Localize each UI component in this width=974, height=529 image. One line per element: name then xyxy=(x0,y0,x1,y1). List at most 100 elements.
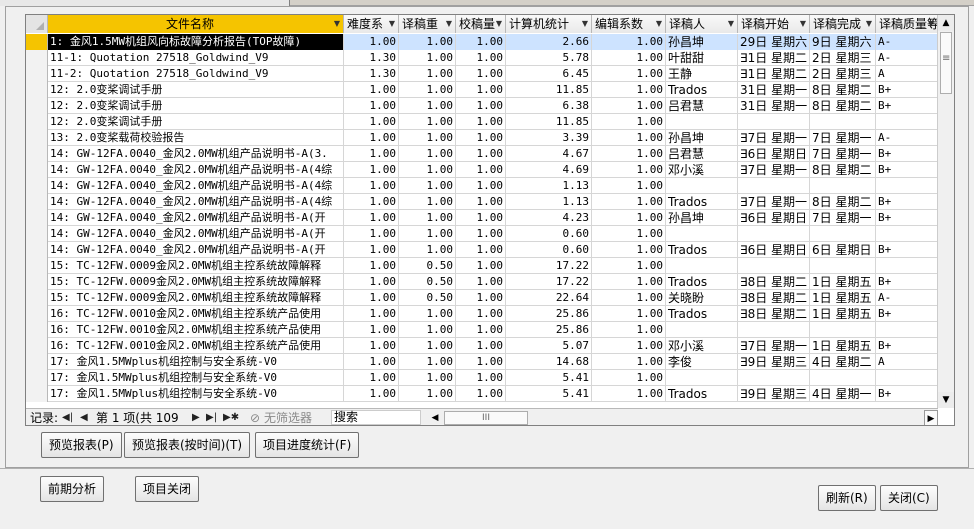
cell-quality[interactable]: B+ xyxy=(876,338,938,354)
cell-review[interactable]: 1.00 xyxy=(456,322,506,338)
project-close-button[interactable]: 项目关闭 xyxy=(135,476,200,502)
cell-edit-coef[interactable]: 1.00 xyxy=(592,162,666,178)
cell-start[interactable] xyxy=(738,370,810,386)
cell-repeat[interactable]: 1.00 xyxy=(399,306,456,322)
column-header-difficulty[interactable]: 难度系 ▼ xyxy=(344,15,399,33)
row-selector[interactable] xyxy=(26,242,48,258)
table-row[interactable]: 14: GW-12FA.0040_金风2.0MW机组产品说明书-A(开 1.00 1… xyxy=(26,210,938,226)
last-record-icon[interactable]: ▶| xyxy=(206,410,217,425)
cell-finish[interactable]: 2日 星期三 xyxy=(810,50,876,66)
cell-translator[interactable] xyxy=(666,226,738,242)
cell-finish[interactable] xyxy=(810,370,876,386)
cell-translator[interactable]: 孙昌坤 xyxy=(666,130,738,146)
cell-name[interactable]: 16: TC-12FW.0010金风2.0MW机组主控系统产品使用 xyxy=(48,322,344,338)
row-selector[interactable] xyxy=(26,162,48,178)
table-row[interactable]: 16: TC-12FW.0010金风2.0MW机组主控系统产品使用 1.00 1.0… xyxy=(26,338,938,354)
cell-repeat[interactable]: 1.00 xyxy=(399,98,456,114)
record-position[interactable]: 第 1 项(共 109 xyxy=(96,410,179,425)
cell-finish[interactable]: 2日 星期三 xyxy=(810,66,876,82)
no-filter-indicator[interactable]: 无筛选器 xyxy=(264,410,312,425)
table-row[interactable]: 14: GW-12FA.0040_金风2.0MW机组产品说明书-A(开 1.00 1… xyxy=(26,226,938,242)
cell-edit-coef[interactable]: 1.00 xyxy=(592,306,666,322)
cell-start[interactable]: ∃9日 星期三 xyxy=(738,354,810,370)
cell-finish[interactable] xyxy=(810,226,876,242)
cell-translator[interactable]: 吕君慧 xyxy=(666,146,738,162)
cell-difficulty[interactable]: 1.00 xyxy=(344,386,399,402)
cell-name[interactable]: 14: GW-12FA.0040_金风2.0MW机组产品说明书-A(4综 xyxy=(48,178,344,194)
cell-review[interactable]: 1.00 xyxy=(456,274,506,290)
cell-difficulty[interactable]: 1.00 xyxy=(344,258,399,274)
table-row[interactable]: 14: GW-12FA.0040_金风2.0MW机组产品说明书-A(4综 1.00… xyxy=(26,162,938,178)
cell-name[interactable]: 13: 2.0变桨载荷校验报告 xyxy=(48,130,344,146)
cell-difficulty[interactable]: 1.00 xyxy=(344,322,399,338)
cell-computer-stats[interactable]: 4.69 xyxy=(506,162,592,178)
cell-review[interactable]: 1.00 xyxy=(456,114,506,130)
cell-finish[interactable]: 8日 星期二 xyxy=(810,194,876,210)
cell-finish[interactable]: 1日 星期五 xyxy=(810,338,876,354)
cell-difficulty[interactable]: 1.00 xyxy=(344,114,399,130)
cell-translator[interactable]: Trados xyxy=(666,306,738,322)
table-row[interactable]: 1: 金风1.5MW机组风向标故障分析报告(TOP故障) 1.00 1.00 1.00… xyxy=(26,34,938,50)
sort-filter-arrow-icon[interactable]: ▼ xyxy=(334,15,340,33)
row-selector[interactable] xyxy=(26,66,48,82)
cell-translator[interactable]: Trados xyxy=(666,274,738,290)
cell-translator[interactable]: Trados xyxy=(666,242,738,258)
cell-repeat[interactable]: 1.00 xyxy=(399,354,456,370)
preview-report-by-time-button[interactable]: 预览报表(按时间)(T) xyxy=(124,432,251,458)
cell-translator[interactable]: 孙昌坤 xyxy=(666,210,738,226)
cell-repeat[interactable]: 1.00 xyxy=(399,130,456,146)
cell-quality[interactable]: B+ xyxy=(876,98,938,114)
cell-computer-stats[interactable]: 22.64 xyxy=(506,290,592,306)
cell-computer-stats[interactable]: 25.86 xyxy=(506,306,592,322)
row-selector[interactable] xyxy=(26,322,48,338)
cell-quality[interactable]: B+ xyxy=(876,194,938,210)
cell-quality[interactable]: B+ xyxy=(876,162,938,178)
cell-name[interactable]: 15: TC-12FW.0009金风2.0MW机组主控系统故障解释 xyxy=(48,290,344,306)
cell-finish[interactable]: 4日 星期二 xyxy=(810,354,876,370)
cell-translator[interactable] xyxy=(666,370,738,386)
cell-computer-stats[interactable]: 5.41 xyxy=(506,370,592,386)
first-record-icon[interactable]: ◀| xyxy=(62,410,73,425)
cell-name[interactable]: 16: TC-12FW.0010金风2.0MW机组主控系统产品使用 xyxy=(48,306,344,322)
cell-edit-coef[interactable]: 1.00 xyxy=(592,66,666,82)
cell-name[interactable]: 14: GW-12FA.0040_金风2.0MW机组产品说明书-A(4综 xyxy=(48,162,344,178)
table-row[interactable]: 14: GW-12FA.0040_金风2.0MW机组产品说明书-A(4综 1.00… xyxy=(26,194,938,210)
cell-edit-coef[interactable]: 1.00 xyxy=(592,82,666,98)
search-input[interactable]: 搜索 xyxy=(331,410,421,425)
table-row[interactable]: 13: 2.0变桨载荷校验报告 1.00 1.00 1.00 3.39 1.00 孙昌坤 ∃7… xyxy=(26,130,938,146)
scroll-down-arrow-icon[interactable]: ▼ xyxy=(938,392,954,408)
cell-difficulty[interactable]: 1.00 xyxy=(344,178,399,194)
cell-edit-coef[interactable]: 1.00 xyxy=(592,226,666,242)
cell-computer-stats[interactable]: 6.45 xyxy=(506,66,592,82)
sort-filter-arrow-icon[interactable]: ▼ xyxy=(496,15,502,33)
cell-quality[interactable]: B+ xyxy=(876,210,938,226)
cell-start[interactable] xyxy=(738,258,810,274)
cell-start[interactable]: ∃7日 星期一 xyxy=(738,130,810,146)
row-selector[interactable] xyxy=(26,274,48,290)
cell-edit-coef[interactable]: 1.00 xyxy=(592,354,666,370)
cell-computer-stats[interactable]: 1.13 xyxy=(506,194,592,210)
cell-repeat[interactable]: 1.00 xyxy=(399,34,456,50)
cell-difficulty[interactable]: 1.00 xyxy=(344,210,399,226)
cell-edit-coef[interactable]: 1.00 xyxy=(592,194,666,210)
cell-edit-coef[interactable]: 1.00 xyxy=(592,258,666,274)
cell-repeat[interactable]: 1.00 xyxy=(399,242,456,258)
cell-finish[interactable]: 8日 星期二 xyxy=(810,98,876,114)
row-selector[interactable] xyxy=(26,194,48,210)
cell-finish[interactable] xyxy=(810,322,876,338)
row-selector[interactable] xyxy=(26,354,48,370)
new-record-icon[interactable]: ▶✱ xyxy=(223,410,239,425)
cell-start[interactable]: ∃9日 星期三 xyxy=(738,386,810,402)
cell-quality[interactable] xyxy=(876,370,938,386)
cell-computer-stats[interactable]: 6.38 xyxy=(506,98,592,114)
cell-difficulty[interactable]: 1.00 xyxy=(344,290,399,306)
cell-translator[interactable]: Trados xyxy=(666,194,738,210)
table-row[interactable]: 15: TC-12FW.0009金风2.0MW机组主控系统故障解释 1.00 0.5… xyxy=(26,258,938,274)
sort-filter-arrow-icon[interactable]: ▼ xyxy=(728,15,734,33)
cell-name[interactable]: 15: TC-12FW.0009金风2.0MW机组主控系统故障解释 xyxy=(48,274,344,290)
cell-quality[interactable]: A- xyxy=(876,34,938,50)
cell-review[interactable]: 1.00 xyxy=(456,306,506,322)
sort-filter-arrow-icon[interactable]: ▼ xyxy=(928,15,934,33)
cell-finish[interactable]: 4日 星期一 xyxy=(810,386,876,402)
cell-review[interactable]: 1.00 xyxy=(456,130,506,146)
